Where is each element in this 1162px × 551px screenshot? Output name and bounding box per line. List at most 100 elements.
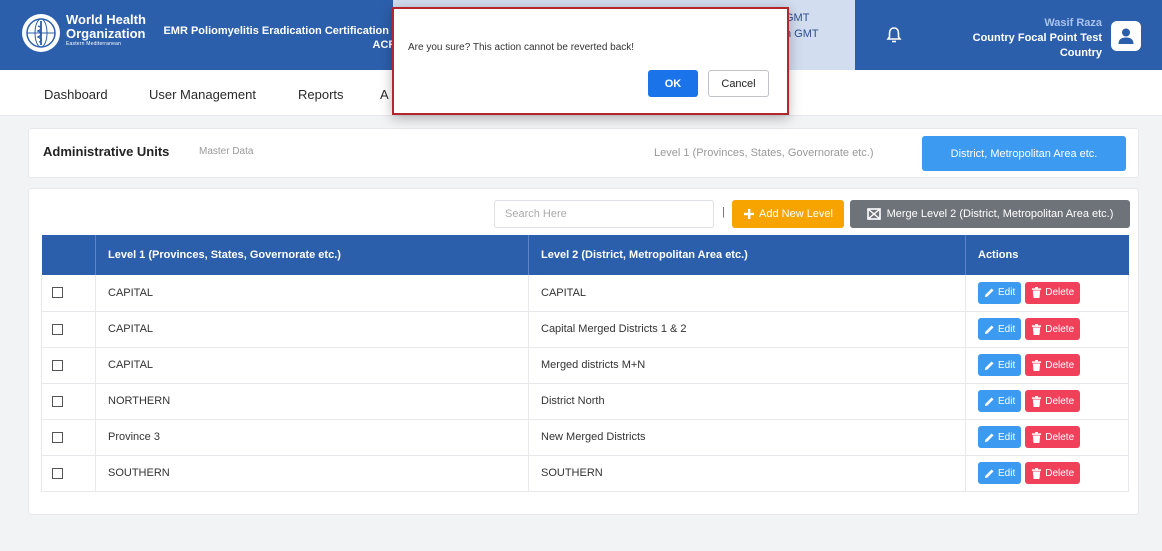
delete-label: Delete <box>1045 359 1075 371</box>
delete-button[interactable]: Delete <box>1025 426 1081 448</box>
add-new-level-button[interactable]: Add New Level <box>732 200 844 228</box>
add-new-level-label: Add New Level <box>759 208 833 220</box>
bell-icon[interactable] <box>885 26 903 44</box>
units-table: Level 1 (Provinces, States, Governorate … <box>41 235 1129 492</box>
row-checkbox[interactable] <box>52 431 63 443</box>
actions-cell: Edit Delete <box>965 383 1129 420</box>
merge-icon <box>866 208 881 220</box>
table-row: SOUTHERN SOUTHERN Edit Delete <box>41 455 1129 492</box>
row-checkbox[interactable] <box>52 323 63 335</box>
edit-button[interactable]: Edit <box>978 318 1022 340</box>
user-role-line2: Country <box>1059 47 1102 59</box>
level2-cell: SOUTHERN <box>528 455 966 492</box>
merge-level2-label: Merge Level 2 (District, Metropolitan Ar… <box>886 208 1114 220</box>
actions-cell: Edit Delete <box>965 455 1129 492</box>
toolbar-separator: | <box>722 206 725 218</box>
column-header-level2: Level 2 (District, Metropolitan Area etc… <box>528 235 966 275</box>
tab-level2-button[interactable]: District, Metropolitan Area etc. <box>922 136 1126 171</box>
level1-cell: CAPITAL <box>95 347 529 384</box>
delete-label: Delete <box>1045 467 1075 479</box>
column-header-level1: Level 1 (Provinces, States, Governorate … <box>95 235 529 275</box>
pencil-icon <box>984 396 994 406</box>
org-name-line2: Organization <box>66 26 146 41</box>
trash-icon <box>1032 395 1042 407</box>
trash-icon <box>1032 287 1042 299</box>
edit-label: Edit <box>998 395 1016 407</box>
delete-button[interactable]: Delete <box>1025 318 1081 340</box>
page-subtitle: Master Data <box>199 146 254 157</box>
edit-label: Edit <box>998 431 1016 443</box>
nav-reports[interactable]: Reports <box>298 87 344 102</box>
pencil-icon <box>984 360 994 370</box>
actions-cell: Edit Delete <box>965 419 1129 456</box>
row-select-cell <box>41 455 96 492</box>
app-title: EMR Poliomyelitis Eradication Certificat… <box>160 24 400 52</box>
merge-level2-button[interactable]: Merge Level 2 (District, Metropolitan Ar… <box>850 200 1130 228</box>
table-row: CAPITAL Merged districts M+N Edit Delete <box>41 347 1129 384</box>
app-title-line2: ACR) <box>372 39 401 51</box>
level1-cell: NORTHERN <box>95 383 529 420</box>
plus-icon <box>744 209 754 219</box>
level2-cell: District North <box>528 383 966 420</box>
search-input[interactable] <box>494 200 714 228</box>
row-select-cell <box>41 419 96 456</box>
user-info[interactable]: Wasif Raza Country Focal Point Test Coun… <box>973 16 1102 61</box>
header-brand-area: World Health Organization Eastern Medite… <box>0 0 400 70</box>
delete-button[interactable]: Delete <box>1025 281 1081 304</box>
pencil-icon <box>984 288 994 298</box>
units-header-card: Administrative Units Master Data Level 1… <box>28 128 1139 178</box>
row-checkbox[interactable] <box>52 287 63 299</box>
column-header-select <box>41 235 96 275</box>
level2-cell: New Merged Districts <box>528 419 966 456</box>
nav-item-truncated[interactable]: A <box>380 87 389 102</box>
row-select-cell <box>41 383 96 420</box>
table-row: Province 3 New Merged Districts Edit Delete <box>41 419 1129 456</box>
delete-label: Delete <box>1045 287 1075 299</box>
nav-dashboard[interactable]: Dashboard <box>44 87 108 102</box>
trash-icon <box>1032 467 1042 479</box>
ok-button[interactable]: OK <box>648 70 698 97</box>
user-name: Wasif Raza <box>1044 17 1102 29</box>
org-name-line1: World Health <box>66 12 146 27</box>
edit-label: Edit <box>998 323 1016 335</box>
actions-cell: Edit Delete <box>965 347 1129 384</box>
cancel-button[interactable]: Cancel <box>708 70 769 97</box>
table-row: NORTHERN District North Edit Delete <box>41 383 1129 420</box>
app-title-line1: EMR Poliomyelitis Eradication Certificat… <box>163 25 400 37</box>
row-select-cell <box>41 311 96 348</box>
tab-level1[interactable]: Level 1 (Provinces, States, Governorate … <box>654 147 874 159</box>
edit-label: Edit <box>998 287 1016 299</box>
time-line2: h GMT <box>785 28 819 40</box>
level1-cell: Province 3 <box>95 419 529 456</box>
user-avatar-icon[interactable] <box>1111 21 1141 51</box>
delete-button[interactable]: Delete <box>1025 462 1081 484</box>
org-name: World Health Organization Eastern Medite… <box>66 13 146 47</box>
column-header-actions: Actions <box>965 235 1129 275</box>
time-display: GMT h GMT <box>785 10 819 42</box>
delete-label: Delete <box>1045 323 1075 335</box>
time-line1: GMT <box>785 12 810 24</box>
actions-cell: Edit Delete <box>965 311 1129 348</box>
delete-label: Delete <box>1045 431 1075 443</box>
edit-button[interactable]: Edit <box>978 462 1022 484</box>
edit-button[interactable]: Edit <box>978 281 1022 304</box>
level1-cell: CAPITAL <box>95 311 529 348</box>
edit-button[interactable]: Edit <box>978 354 1022 376</box>
nav-user-management[interactable]: User Management <box>149 87 256 102</box>
delete-button[interactable]: Delete <box>1025 390 1081 412</box>
level2-cell: CAPITAL <box>528 275 966 312</box>
trash-icon <box>1032 359 1042 371</box>
level1-cell: SOUTHERN <box>95 455 529 492</box>
row-checkbox[interactable] <box>52 359 63 371</box>
delete-button[interactable]: Delete <box>1025 354 1081 376</box>
row-checkbox[interactable] <box>52 395 63 407</box>
row-select-cell <box>41 275 96 312</box>
table-row: CAPITAL Capital Merged Districts 1 & 2 Edi… <box>41 311 1129 348</box>
edit-button[interactable]: Edit <box>978 390 1022 412</box>
level1-cell: CAPITAL <box>95 275 529 312</box>
who-logo-icon <box>22 14 60 52</box>
row-checkbox[interactable] <box>52 467 63 479</box>
edit-button[interactable]: Edit <box>978 426 1022 448</box>
page-title: Administrative Units <box>43 144 170 159</box>
edit-label: Edit <box>998 467 1016 479</box>
